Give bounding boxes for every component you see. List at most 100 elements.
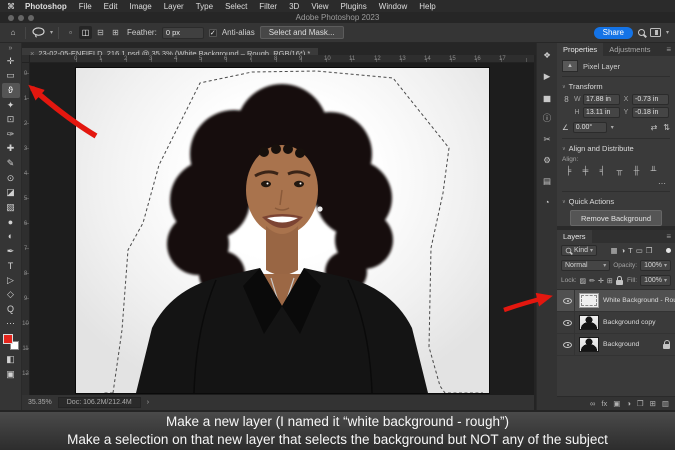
lock-transparency-icon[interactable]: ▨ [580, 277, 587, 285]
more-tools[interactable]: ⋯ [2, 317, 20, 332]
align-left-icon[interactable]: ╞ [562, 165, 575, 176]
align-center-h-icon[interactable]: ╪ [579, 165, 592, 176]
panel-menu-icon[interactable]: ≡ [666, 45, 675, 54]
layer-effects-icon[interactable]: fx [601, 399, 607, 408]
menu-edit[interactable]: Edit [98, 2, 124, 11]
object-selection-tool[interactable]: ✦ [2, 98, 20, 113]
layer-row-background-copy[interactable]: Background copy [557, 312, 675, 334]
notes-panel-icon[interactable]: ✂ [539, 133, 555, 145]
info-panel-icon[interactable]: ⓘ [539, 112, 555, 124]
status-chevron-icon[interactable]: › [147, 399, 149, 406]
healing-brush-tool[interactable]: ✚ [2, 142, 20, 157]
blur-tool[interactable]: ● [2, 215, 20, 230]
new-selection-mode[interactable]: ▫ [64, 26, 77, 39]
height-field[interactable]: 13.11 in [583, 107, 620, 118]
flip-horizontal-icon[interactable]: ⇄ [651, 123, 658, 132]
lock-pixels-icon[interactable]: ✏ [589, 277, 595, 285]
layer-thumbnail[interactable] [579, 315, 599, 330]
history-panel-icon[interactable]: ◔ [539, 196, 555, 208]
tool-preset-chevron-icon[interactable]: ▾ [50, 29, 53, 36]
layer-name[interactable]: White Background - Rough [603, 297, 675, 304]
align-middle-icon[interactable]: ╫ [630, 165, 643, 176]
lock-all-icon[interactable] [616, 280, 623, 285]
x-field[interactable]: -0.73 in [632, 94, 669, 105]
eraser-tool[interactable]: ◪ [2, 185, 20, 200]
workspace-switcher-icon[interactable] [650, 28, 661, 37]
angle-chevron-icon[interactable]: ▾ [611, 124, 614, 131]
actions-panel-icon[interactable]: ▶ [539, 70, 555, 82]
document-size-readout[interactable]: Doc: 106.2M/212.4M [58, 397, 141, 408]
tab-layers[interactable]: Layers [557, 230, 592, 243]
align-top-icon[interactable]: ╥ [613, 165, 626, 176]
layer-thumbnail[interactable] [579, 293, 599, 308]
quick-actions-collapse-icon[interactable]: ∨ [562, 199, 566, 205]
align-right-icon[interactable]: ╡ [596, 165, 609, 176]
menu-filter[interactable]: Filter [253, 2, 283, 11]
shape-tool[interactable]: ◇ [2, 288, 20, 303]
lasso-tool[interactable]: ϑ [2, 83, 20, 98]
select-and-mask-button[interactable]: Select and Mask... [260, 26, 344, 39]
remove-background-button[interactable]: Remove Background [570, 210, 662, 226]
eyedropper-tool[interactable]: ✑ [2, 127, 20, 142]
blend-mode-dropdown[interactable]: Normal▾ [561, 260, 610, 271]
opacity-dropdown[interactable]: 100%▾ [640, 260, 671, 271]
marquee-tool[interactable]: ▭ [2, 69, 20, 84]
libraries-panel-icon[interactable]: ▤ [539, 175, 555, 187]
canvas-pasteboard[interactable] [30, 63, 534, 395]
filter-smart-objects-icon[interactable]: ❒ [646, 246, 653, 255]
layer-visibility-icon[interactable] [563, 298, 572, 304]
gradient-tool[interactable]: ▧ [2, 200, 20, 215]
flip-vertical-icon[interactable]: ⇅ [663, 123, 670, 132]
layer-name[interactable]: Background copy [603, 319, 656, 326]
layer-visibility-icon[interactable] [563, 320, 572, 326]
align-more-icon[interactable]: ⋯ [562, 178, 670, 192]
comments-panel-icon[interactable]: ❖ [539, 49, 555, 61]
foreground-color-swatch[interactable] [3, 334, 13, 344]
share-button[interactable]: Share [594, 27, 633, 39]
align-bottom-icon[interactable]: ╨ [647, 165, 660, 176]
menu-type[interactable]: Type [190, 2, 219, 11]
layer-visibility-icon[interactable] [563, 342, 572, 348]
new-layer-icon[interactable]: ⊞ [650, 399, 656, 408]
intersect-selection-mode[interactable]: ⊞ [109, 26, 122, 39]
menu-3d[interactable]: 3D [283, 2, 305, 11]
transform-collapse-icon[interactable]: ∨ [562, 84, 566, 90]
menu-help[interactable]: Help [413, 2, 441, 11]
layer-filter-kind-dropdown[interactable]: Kind ▾ [561, 245, 597, 256]
feather-input[interactable]: 0 px [162, 27, 204, 39]
zoom-tool[interactable]: Q [2, 302, 20, 317]
layers-panel-menu-icon[interactable]: ≡ [666, 232, 675, 241]
subtract-from-selection-mode[interactable]: ⊟ [94, 26, 107, 39]
filter-type-layers-icon[interactable]: T [628, 246, 633, 255]
menu-photoshop[interactable]: Photoshop [19, 2, 73, 11]
brush-settings-panel-icon[interactable]: ⚙ [539, 154, 555, 166]
lock-position-icon[interactable]: ✛ [598, 277, 604, 285]
histogram-panel-icon[interactable]: ▅ [539, 91, 555, 103]
layer-name[interactable]: Background [603, 341, 639, 348]
width-field[interactable]: 17.88 in [583, 94, 620, 105]
layer-group-icon[interactable]: ❒ [637, 399, 644, 408]
crop-tool[interactable]: ⊡ [2, 112, 20, 127]
layer-row-background[interactable]: Background [557, 334, 675, 356]
filter-pixel-layers-icon[interactable]: ▦ [610, 246, 617, 255]
tab-adjustments[interactable]: Adjustments [603, 43, 656, 56]
current-tool-lasso-icon[interactable] [31, 26, 45, 40]
filter-toggle-icon[interactable] [666, 248, 671, 253]
menu-window[interactable]: Window [373, 2, 413, 11]
filter-adjustment-layers-icon[interactable]: ◑ [621, 246, 626, 255]
menu-view[interactable]: View [305, 2, 334, 11]
menu-image[interactable]: Image [123, 2, 157, 11]
brush-tool[interactable]: ✎ [2, 156, 20, 171]
antialias-checkbox[interactable]: ✓ [209, 29, 217, 37]
apple-menu-icon[interactable]: ⌘ [7, 2, 15, 11]
y-field[interactable]: -0.18 in [632, 107, 669, 118]
menu-file[interactable]: File [73, 2, 98, 11]
menu-plugins[interactable]: Plugins [335, 2, 373, 11]
layer-thumbnail[interactable] [579, 337, 599, 352]
color-swatches[interactable] [3, 334, 19, 350]
link-layers-icon[interactable]: ∞ [590, 399, 595, 408]
move-tool[interactable]: ✛ [2, 54, 20, 69]
path-selection-tool[interactable]: ▷ [2, 273, 20, 288]
clone-stamp-tool[interactable]: ⊙ [2, 171, 20, 186]
dodge-tool[interactable]: ◐ [2, 229, 20, 244]
